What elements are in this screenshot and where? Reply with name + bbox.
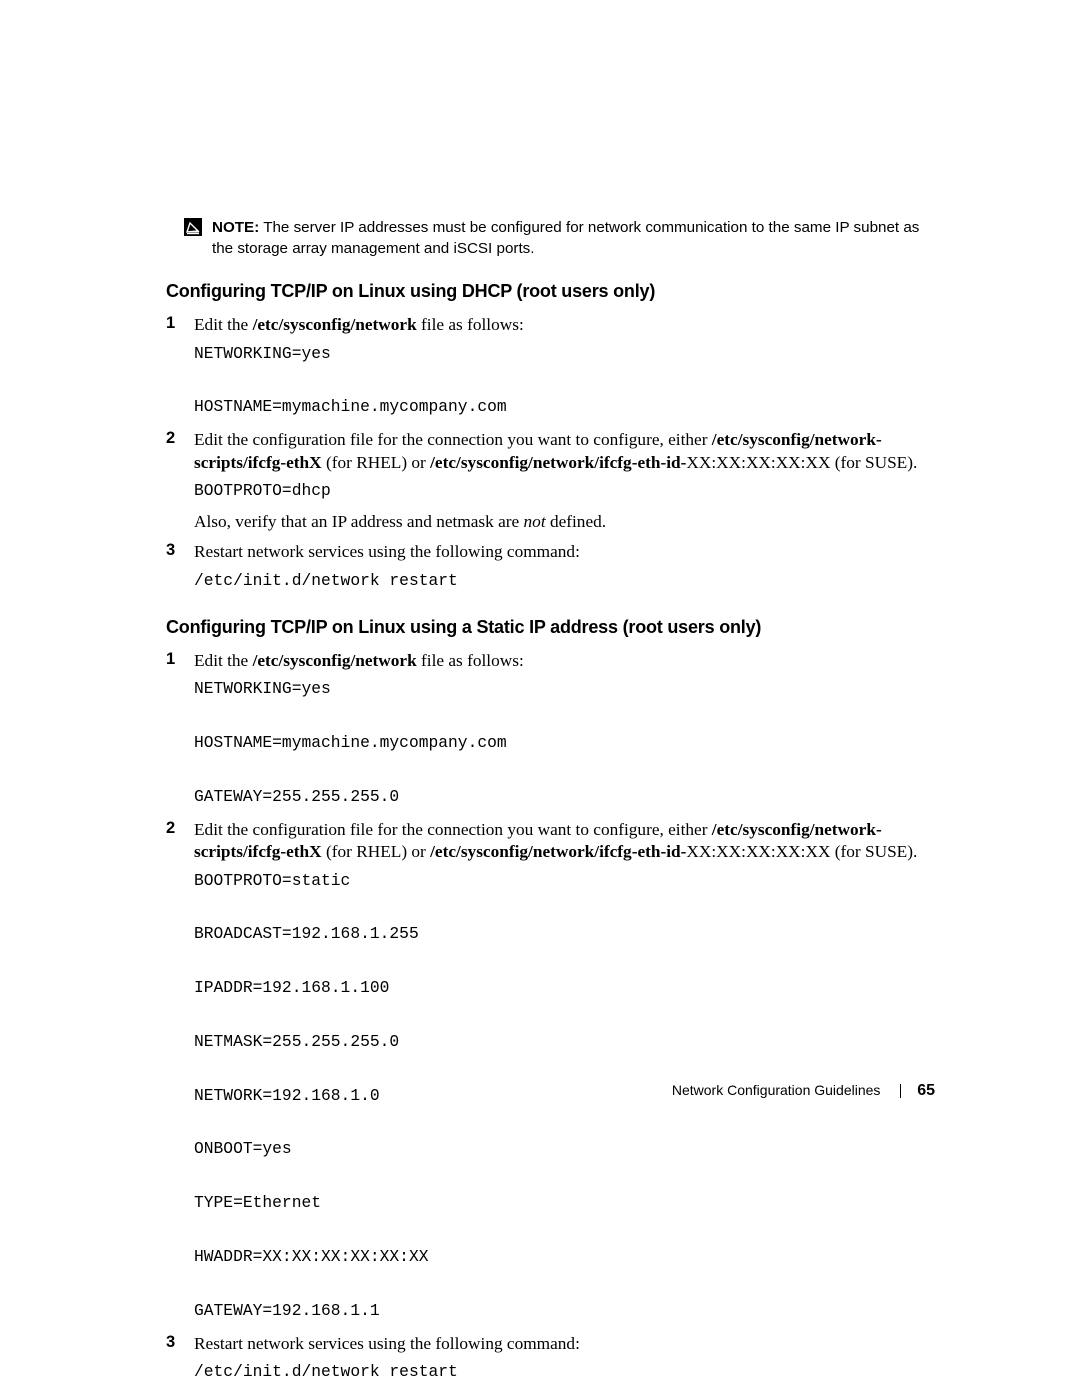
step-1-1: 1 Edit the /etc/sysconfig/network file a…: [166, 314, 935, 421]
section1-steps: 1 Edit the /etc/sysconfig/network file a…: [166, 314, 935, 595]
step-text: Edit the configuration file for the conn…: [194, 820, 917, 861]
section2-steps: 1 Edit the /etc/sysconfig/network file a…: [166, 650, 935, 1386]
note-block: NOTE: The server IP addresses must be co…: [166, 218, 935, 259]
note-text: NOTE: The server IP addresses must be co…: [212, 218, 935, 259]
step-1-3: 3 Restart network services using the fol…: [166, 541, 935, 594]
path-text: /etc/sysconfig/network/ifcfg-eth-id-: [430, 453, 686, 472]
code-block: /etc/init.d/network restart: [194, 568, 935, 595]
page-footer: Network Configuration Guidelines 65: [672, 1082, 935, 1100]
path-text: /etc/sysconfig/network/ifcfg-eth-id-: [430, 842, 686, 861]
step-number: 2: [166, 429, 175, 448]
path-text: /etc/sysconfig/network: [253, 315, 417, 334]
note-body: The server IP addresses must be configur…: [212, 219, 919, 257]
code-block: BOOTPROTO=dhcp: [194, 478, 935, 505]
step-text: Restart network services using the follo…: [194, 542, 580, 561]
step-text: Edit the configuration file for the conn…: [194, 430, 917, 471]
step-text: Edit the /etc/sysconfig/network file as …: [194, 651, 524, 670]
step-text: Also, verify that an IP address and netm…: [194, 511, 935, 533]
code-block: NETWORKING=yes HOSTNAME=mymachine.mycomp…: [194, 341, 935, 422]
step-number: 3: [166, 1333, 175, 1352]
step-2-2: 2 Edit the configuration file for the co…: [166, 819, 935, 1325]
section2-heading: Configuring TCP/IP on Linux using a Stat…: [166, 617, 935, 638]
code-block: /etc/init.d/network restart: [194, 1359, 935, 1386]
step-text: Restart network services using the follo…: [194, 1334, 580, 1353]
document-page: NOTE: The server IP addresses must be co…: [0, 0, 1080, 1386]
path-text: /etc/sysconfig/network: [253, 651, 417, 670]
step-number: 3: [166, 541, 175, 560]
step-1-2: 2 Edit the configuration file for the co…: [166, 429, 935, 533]
step-2-1: 1 Edit the /etc/sysconfig/network file a…: [166, 650, 935, 811]
step-number: 1: [166, 650, 175, 669]
note-label: NOTE:: [212, 219, 259, 236]
step-number: 2: [166, 819, 175, 838]
step-text: Edit the /etc/sysconfig/network file as …: [194, 315, 524, 334]
page-number: 65: [917, 1082, 935, 1099]
code-block: NETWORKING=yes HOSTNAME=mymachine.mycomp…: [194, 676, 935, 810]
step-number: 1: [166, 314, 175, 333]
footer-separator: [900, 1084, 901, 1098]
footer-title: Network Configuration Guidelines: [672, 1082, 881, 1098]
note-icon: [184, 218, 202, 236]
italic-text: not: [524, 512, 546, 531]
step-2-3: 3 Restart network services using the fol…: [166, 1333, 935, 1386]
section1-heading: Configuring TCP/IP on Linux using DHCP (…: [166, 281, 935, 302]
